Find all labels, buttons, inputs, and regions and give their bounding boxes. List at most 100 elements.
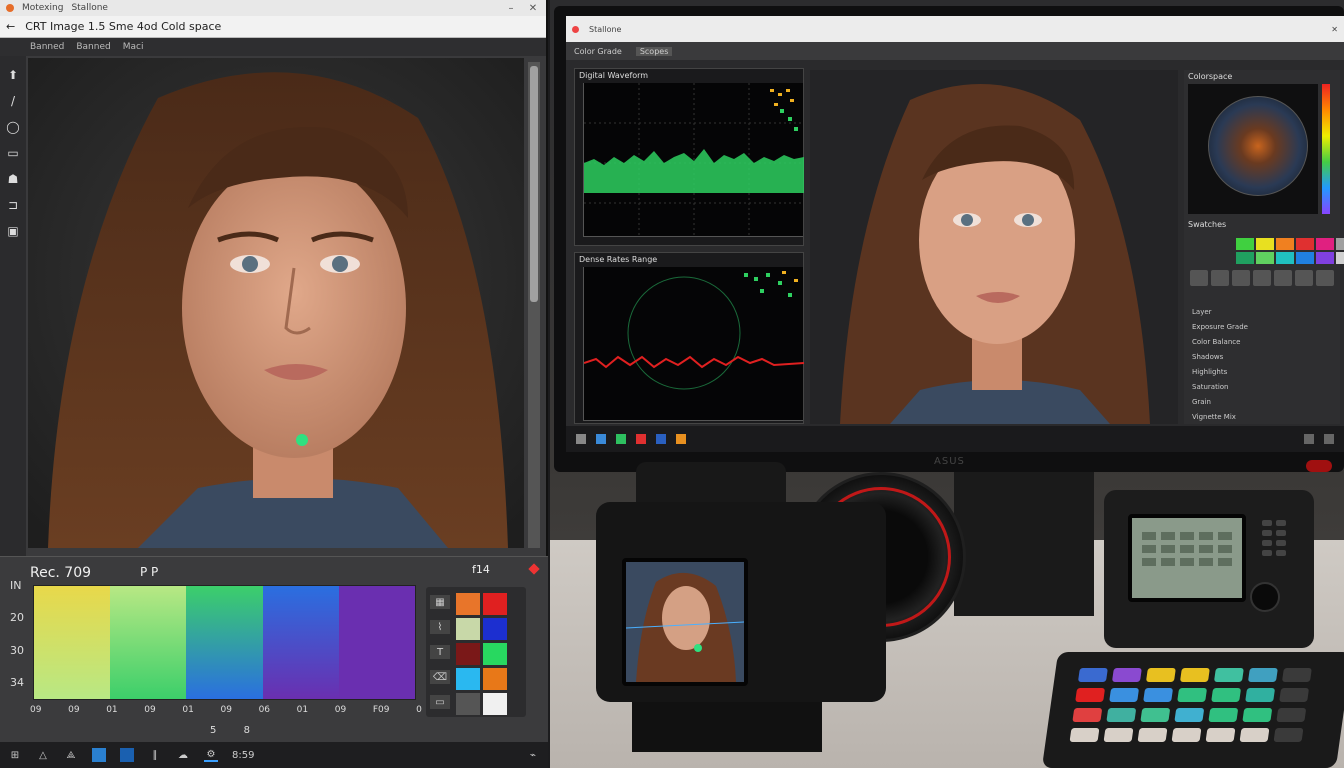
app-icon[interactable] [656, 434, 666, 444]
swatch[interactable] [1336, 238, 1344, 250]
layer-item[interactable]: Layer [1188, 308, 1336, 319]
minimize-button[interactable]: – [504, 3, 518, 14]
close-button[interactable]: ✕ [526, 3, 540, 14]
app-icon[interactable] [676, 434, 686, 444]
swatch[interactable] [1316, 252, 1334, 264]
menu-item[interactable]: Banned [76, 42, 110, 52]
pad [1143, 688, 1174, 702]
tray-icon[interactable] [1324, 434, 1334, 444]
folder-icon[interactable]: ▭ [430, 695, 450, 709]
arrow-up-icon[interactable]: ⬆ [4, 66, 22, 84]
meter [1180, 545, 1194, 553]
monitor-toolbar: Color Grade Scopes [566, 42, 1344, 60]
recorder-buttons [1262, 520, 1286, 556]
tool-icon[interactable] [1232, 270, 1250, 286]
layer-item[interactable]: Shadows [1188, 353, 1336, 364]
menu-item[interactable]: Maci [123, 42, 144, 52]
pause-icon[interactable]: ∥ [148, 748, 162, 762]
pad [1109, 688, 1140, 702]
color-swatch[interactable] [456, 593, 480, 615]
trash-icon[interactable]: ⌫ [430, 670, 450, 684]
pad [1208, 708, 1239, 722]
image-canvas[interactable] [28, 58, 524, 548]
layer-item[interactable]: Color Balance [1188, 338, 1336, 349]
app-icon-blue2[interactable] [120, 748, 134, 762]
text-icon[interactable]: T [430, 645, 450, 659]
lasso-icon[interactable]: ◯ [4, 118, 22, 136]
swatch[interactable] [1296, 238, 1314, 250]
triangle-icon[interactable]: △ [36, 748, 50, 762]
vertical-scrollbar[interactable] [528, 62, 540, 548]
network-icon[interactable]: ⌁ [526, 748, 540, 762]
color-gradient-chart[interactable] [33, 585, 416, 700]
cloud-icon[interactable]: ☁ [176, 748, 190, 762]
color-swatch[interactable] [483, 693, 507, 715]
grid-icon[interactable]: ▦ [430, 595, 450, 609]
active-app-icon[interactable]: ⚙ [204, 748, 218, 762]
color-wheel[interactable] [1188, 84, 1318, 214]
tool-icon[interactable] [1253, 270, 1271, 286]
x-tick: 09 [30, 705, 42, 715]
app-icon[interactable] [596, 434, 606, 444]
color-swatch[interactable] [456, 693, 480, 715]
app-icon[interactable] [636, 434, 646, 444]
pad [1106, 708, 1137, 722]
start-icon[interactable]: ⊞ [8, 748, 22, 762]
field-recorder [1104, 490, 1314, 648]
swatch[interactable] [1256, 238, 1274, 250]
swatch[interactable] [1296, 252, 1314, 264]
layer-item[interactable]: Highlights [1188, 368, 1336, 379]
scroll-thumb[interactable] [530, 66, 538, 302]
tool-icon[interactable] [1316, 270, 1334, 286]
gradient-band [110, 586, 187, 699]
waveform-plot [583, 83, 804, 237]
page-title: CRT Image 1.5 Sme 4od Cold space [25, 20, 222, 33]
color-swatch[interactable] [456, 618, 480, 640]
pen-icon[interactable]: / [4, 92, 22, 110]
layer-item[interactable]: Vignette Mix [1188, 413, 1336, 424]
menu-item[interactable]: Banned [30, 42, 64, 52]
shape-icon[interactable]: ☗ [4, 170, 22, 188]
color-swatch[interactable] [483, 643, 507, 665]
pipette-icon[interactable]: ⌇ [430, 620, 450, 634]
color-swatch[interactable] [483, 593, 507, 615]
swatch[interactable] [1256, 252, 1274, 264]
swatch[interactable] [1276, 238, 1294, 250]
crop-icon[interactable]: ▭ [4, 144, 22, 162]
toolbar-item[interactable]: Color Grade [574, 47, 622, 56]
mini-tool-icons [1190, 270, 1334, 286]
swatch[interactable] [1236, 238, 1254, 250]
tool-icon[interactable] [1211, 270, 1229, 286]
tray-icon[interactable] [1304, 434, 1314, 444]
toolbar-item[interactable]: Scopes [635, 46, 673, 56]
back-arrow-icon[interactable]: ← [6, 20, 15, 33]
color-swatch[interactable] [456, 668, 480, 690]
color-swatch[interactable] [483, 668, 507, 690]
swatch[interactable] [1316, 238, 1334, 250]
tool-icon[interactable] [1295, 270, 1313, 286]
tool-icon[interactable] [1190, 270, 1208, 286]
close-icon[interactable]: ✕ [1331, 25, 1338, 34]
layer-item[interactable]: Exposure Grade [1188, 323, 1336, 334]
tool-icon[interactable] [1274, 270, 1292, 286]
swatch[interactable] [1276, 252, 1294, 264]
swatch[interactable] [1236, 252, 1254, 264]
shapes-icon[interactable]: ⟁ [64, 748, 78, 762]
alert-diamond-icon[interactable] [528, 563, 540, 575]
start-icon[interactable] [576, 434, 586, 444]
app-icon[interactable] [616, 434, 626, 444]
waveform-scope: Digital Waveform [574, 68, 804, 246]
app-icon-blue[interactable] [92, 748, 106, 762]
recorder-button [1262, 530, 1272, 536]
bracket-icon[interactable]: ⊐ [4, 196, 22, 214]
layer-item[interactable]: Saturation [1188, 383, 1336, 394]
swatch[interactable] [1336, 252, 1344, 264]
save-icon[interactable]: ▣ [4, 222, 22, 240]
color-swatch[interactable] [483, 618, 507, 640]
recorder-button [1276, 530, 1286, 536]
color-swatch[interactable] [456, 643, 480, 665]
layer-item[interactable]: Grain [1188, 398, 1336, 409]
hue-bar[interactable] [1322, 84, 1330, 214]
pad [1069, 728, 1100, 742]
wheel-circle[interactable] [1208, 96, 1308, 196]
